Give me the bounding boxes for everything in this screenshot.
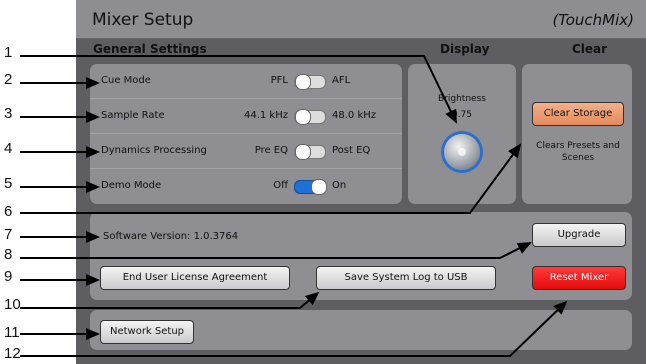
brand-label: (TouchMix) [552,11,634,29]
dynamics-toggle[interactable] [294,144,326,160]
setting-label: Sample Rate [101,110,165,121]
setting-label: Dynamics Processing [101,145,207,156]
clear-storage-button[interactable]: Clear Storage [532,102,624,126]
window-title: Mixer Setup [92,10,194,30]
callout-10: 10 [4,296,21,313]
reset-mixer-button[interactable]: Reset Mixer [532,266,626,290]
callout-11: 11 [4,324,20,341]
title-bar: Mixer Setup (TouchMix) [76,0,646,39]
setting-row-cue-mode: Cue Mode PFL AFL [90,64,402,99]
software-panel: Software Version: 1.0.3764 Upgrade End U… [90,212,632,300]
network-setup-button[interactable]: Network Setup [100,320,194,344]
cue-mode-toggle[interactable] [294,74,326,90]
callout-1: 1 [4,44,13,61]
save-log-button[interactable]: Save System Log to USB [316,266,496,290]
setting-row-dynamics: Dynamics Processing Pre EQ Post EQ [90,134,402,169]
eula-button[interactable]: End User License Agreement [100,266,290,290]
callout-9: 9 [4,268,13,285]
clear-description: Clears Presets and Scenes [536,141,620,163]
callout-8: 8 [4,246,13,263]
callout-4: 4 [4,140,13,157]
callout-7: 7 [4,226,13,243]
display-header: Display [440,42,490,56]
clear-header: Clear [572,42,608,56]
setting-option-left: Pre EQ [254,145,288,156]
mixer-setup-screen: Mixer Setup (TouchMix) General Settings … [76,0,646,364]
general-settings-header: General Settings [93,42,207,56]
setting-label: Cue Mode [101,75,151,86]
setting-option-right: Post EQ [332,145,371,156]
callout-6: 6 [4,203,13,220]
setting-row-sample-rate: Sample Rate 44.1 kHz 48.0 kHz [90,99,402,134]
brightness-label: Brightness [438,94,486,104]
brightness-knob[interactable] [444,134,480,170]
software-version: Software Version: 1.0.3764 [103,231,239,242]
callout-2: 2 [4,71,13,88]
setting-option-right: AFL [332,75,351,86]
callout-3: 3 [4,105,13,122]
clear-panel: Clear Storage Clears Presets and Scenes [522,64,632,204]
setting-option-left: Off [273,180,288,191]
brightness-value: 0.75 [451,110,473,120]
demo-mode-toggle[interactable] [294,179,327,195]
callout-5: 5 [4,175,13,192]
sample-rate-toggle[interactable] [294,109,326,125]
general-settings-panel: Cue Mode PFL AFL Sample Rate 44.1 kHz 48… [90,64,402,204]
display-panel: Brightness 0.75 [408,64,516,204]
setting-option-left: PFL [270,75,288,86]
upgrade-button[interactable]: Upgrade [532,223,626,247]
setting-option-right: 48.0 kHz [332,110,377,121]
callout-12: 12 [4,345,21,362]
setting-label: Demo Mode [101,180,162,191]
network-panel: Network Setup [90,310,632,350]
setting-row-demo-mode: Demo Mode Off On [90,169,402,203]
setting-option-right: On [332,180,347,191]
setting-option-left: 44.1 kHz [243,110,288,121]
